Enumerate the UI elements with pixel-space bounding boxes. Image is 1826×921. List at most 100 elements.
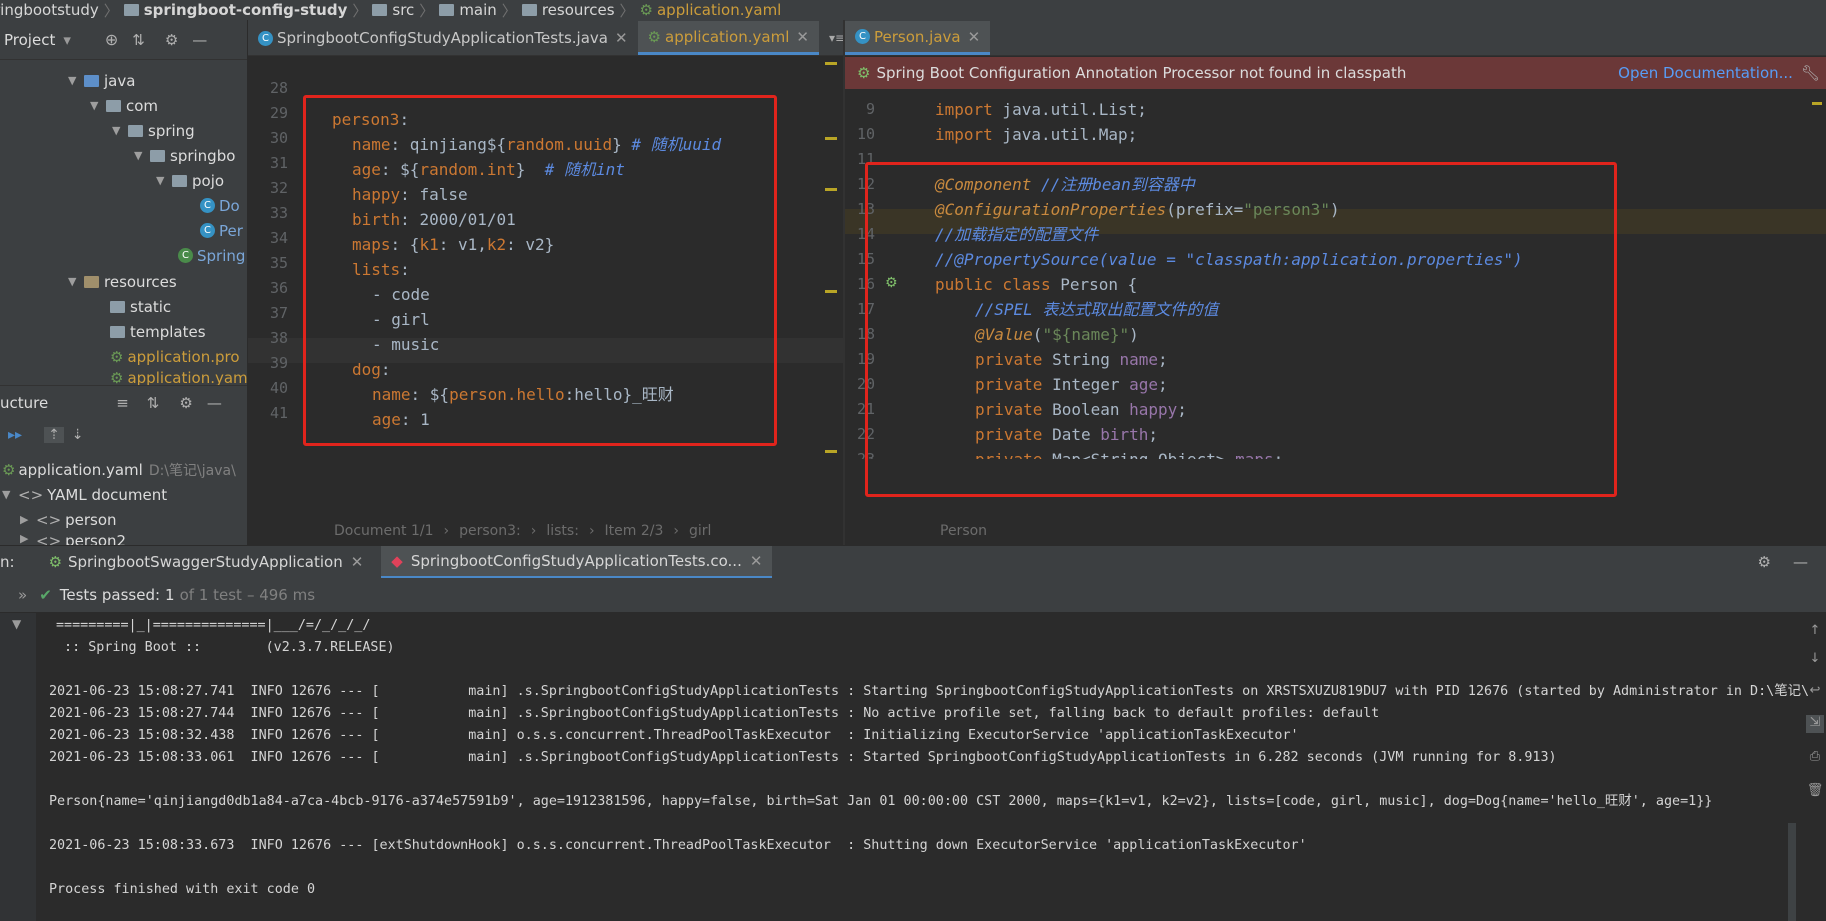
- tree-item-static[interactable]: static: [110, 294, 171, 319]
- run-tab-config-tests[interactable]: ◆ SpringbootConfigStudyApplicationTests.…: [381, 545, 773, 579]
- yaml-node-icon: <>: [36, 532, 62, 545]
- close-icon[interactable]: ✕: [750, 552, 763, 570]
- close-icon[interactable]: ✕: [796, 28, 809, 46]
- dropdown-arrow-icon[interactable]: ▾: [63, 31, 71, 49]
- code-line-10[interactable]: import java.util.Map;: [935, 122, 1137, 147]
- tree-item-label: com: [126, 96, 159, 115]
- structure-title[interactable]: ucture: [0, 394, 48, 412]
- tab-label: application.yaml: [665, 27, 790, 46]
- collapsed-arrow-icon[interactable]: ▶: [20, 532, 36, 545]
- line-number: 32: [269, 179, 288, 197]
- warning-text: Spring Boot Configuration Annotation Pro…: [876, 64, 1407, 82]
- close-icon[interactable]: ✕: [351, 553, 364, 571]
- crumb-item[interactable]: Item 2/3: [605, 523, 664, 539]
- crumb-item[interactable]: lists:: [546, 523, 579, 539]
- close-icon[interactable]: ✕: [968, 28, 981, 46]
- trash-icon[interactable]: 🗑︎: [1806, 783, 1824, 801]
- code-line-9[interactable]: import java.util.List;: [935, 97, 1147, 122]
- breadcrumb-module[interactable]: springboot-config-study: [123, 1, 347, 19]
- gear-icon[interactable]: ⚙: [179, 394, 192, 412]
- expand-arrow-icon[interactable]: ▼: [156, 174, 172, 187]
- expand-arrow-icon[interactable]: ▼: [90, 99, 106, 112]
- tab-application-yaml[interactable]: ⚙ application.yaml ✕: [637, 21, 819, 55]
- crumb-item[interactable]: person3:: [459, 523, 521, 539]
- expand-arrow-icon[interactable]: ▼: [68, 275, 84, 288]
- collapse-icon[interactable]: ⇅: [132, 31, 145, 49]
- tree-item-spring[interactable]: ▼ spring: [112, 118, 195, 143]
- soft-wrap-icon[interactable]: ↩: [1806, 683, 1824, 701]
- crumb-item[interactable]: Document 1/1: [334, 523, 434, 539]
- tree-item-pojo[interactable]: ▼ pojo: [156, 168, 224, 193]
- breadcrumb-resources[interactable]: resources: [521, 1, 615, 19]
- close-icon[interactable]: ✕: [615, 29, 628, 47]
- breadcrumb-src[interactable]: src: [372, 1, 414, 19]
- crumb-item[interactable]: Person: [940, 523, 987, 539]
- collapsed-arrow-icon[interactable]: ▶: [20, 513, 36, 526]
- tree-item-person-class[interactable]: C Per: [200, 218, 243, 243]
- project-title[interactable]: Project: [4, 31, 55, 49]
- highlight-box: [303, 95, 777, 446]
- up-arrow-icon[interactable]: ↑: [1806, 623, 1824, 641]
- print-icon[interactable]: ⎙: [1806, 749, 1824, 767]
- tree-item-templates[interactable]: templates: [110, 319, 206, 344]
- console-scrollbar[interactable]: [1788, 823, 1796, 921]
- collapse-arrow-icon[interactable]: ▼: [12, 617, 21, 631]
- structure-toolbar: ucture ≡ ⇅ ⚙ —: [0, 385, 247, 419]
- wrench-icon[interactable]: 🔧︎: [1801, 64, 1820, 82]
- hide-icon[interactable]: —: [192, 31, 207, 49]
- expand-arrow-icon[interactable]: ▼: [112, 124, 128, 137]
- scroll-to-end-icon[interactable]: ⇲: [1806, 715, 1824, 733]
- structure-file[interactable]: ⚙ application.yaml D:\笔记\java\: [2, 457, 236, 482]
- tree-item-app-yaml[interactable]: ⚙ application.yam: [110, 369, 247, 385]
- gear-icon[interactable]: ⚙: [1758, 553, 1771, 571]
- tab-person-java[interactable]: C Person.java ✕: [845, 21, 991, 55]
- structure-actions: ▸▸ ⇡ ⇣: [0, 420, 247, 450]
- class-icon: C: [200, 223, 215, 238]
- console-output[interactable]: ▼ =========|_|==============|___/=/_/_/_…: [0, 613, 1826, 921]
- hide-icon[interactable]: —: [207, 394, 222, 412]
- java-editor: C Person.java ✕ ⚙ Spring Boot Configuratio…: [845, 20, 1826, 545]
- structure-person2[interactable]: ▶ <> person2: [20, 532, 126, 545]
- autoscroll-from-icon[interactable]: ⇣: [72, 427, 84, 443]
- breadcrumb-project[interactable]: ringbootstudy: [0, 1, 99, 19]
- tab-tests-java[interactable]: C SpringbootConfigStudyApplicationTests.j…: [248, 21, 638, 55]
- tree-item-com[interactable]: ▼ com: [90, 93, 158, 118]
- tree-item-app-properties[interactable]: ⚙ application.pro: [110, 344, 240, 369]
- tests-total: of 1 test: [179, 586, 242, 604]
- expand-arrow-icon[interactable]: ▼: [134, 149, 150, 162]
- tests-duration: – 496 ms: [246, 586, 316, 604]
- collapse-icon[interactable]: ⇅: [147, 394, 160, 412]
- expand-arrow-icon[interactable]: ▼: [2, 488, 18, 501]
- breadcrumb-label: resources: [541, 1, 615, 19]
- structure-yaml-document[interactable]: ▼ <> YAML document: [2, 482, 167, 507]
- expand-icon[interactable]: »: [18, 586, 27, 604]
- console-gutter: [0, 613, 36, 921]
- hide-icon[interactable]: —: [1793, 553, 1808, 571]
- open-documentation-link[interactable]: Open Documentation...: [1618, 64, 1793, 82]
- gear-icon[interactable]: ⚙: [165, 31, 178, 49]
- breadcrumb-label: main: [459, 1, 497, 19]
- breadcrumb-main[interactable]: main: [439, 1, 497, 19]
- line-number: 34: [269, 229, 288, 247]
- down-arrow-icon[interactable]: ↓: [1806, 651, 1824, 669]
- tree-item-resources[interactable]: ▼ resources: [68, 269, 177, 294]
- crumb-item[interactable]: girl: [689, 523, 711, 539]
- structure-person[interactable]: ▶ <> person: [20, 507, 117, 532]
- expand-arrow-icon[interactable]: ▼: [68, 74, 84, 87]
- locate-icon[interactable]: ⊕: [105, 30, 118, 49]
- tree-item-dog-class[interactable]: C Do: [200, 193, 240, 218]
- sort-icon[interactable]: ≡: [116, 394, 129, 412]
- tree-item-java[interactable]: ▼ java: [68, 68, 135, 93]
- run-tab-swagger[interactable]: ⚙ SpringbootSwaggerStudyApplication ✕: [43, 546, 370, 579]
- line-number: 9: [865, 100, 875, 118]
- breadcrumb-file[interactable]: ⚙ application.yaml: [640, 1, 782, 19]
- navigate-icon[interactable]: ▸▸: [8, 427, 22, 443]
- yaml-node-icon: <>: [18, 485, 44, 504]
- spring-class-icon: C: [178, 248, 193, 263]
- tree-item-label: springbo: [170, 146, 236, 165]
- tree-item-spring-app[interactable]: C Spring: [178, 243, 245, 268]
- line-number: 31: [269, 154, 288, 172]
- autoscroll-to-icon[interactable]: ⇡: [44, 427, 64, 443]
- tree-item-springboot[interactable]: ▼ springbo: [134, 143, 235, 168]
- tree-item-label: static: [130, 297, 172, 316]
